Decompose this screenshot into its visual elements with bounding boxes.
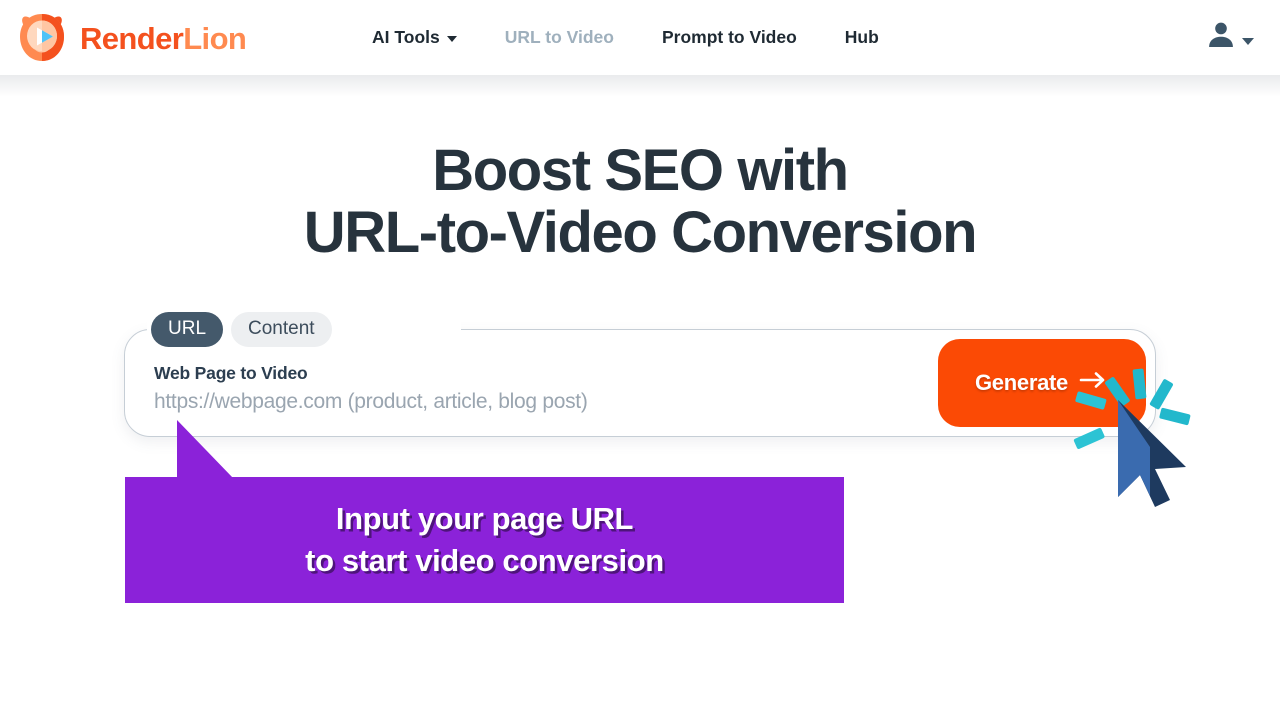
- nav-item-url-to-video[interactable]: URL to Video: [505, 19, 614, 56]
- callout-text: Input your page URL to start video conve…: [125, 477, 844, 603]
- chevron-down-icon: [446, 36, 457, 42]
- url-input-field[interactable]: https://webpage.com (product, article, b…: [154, 390, 588, 414]
- callout-line-1: Input your page URL: [335, 501, 634, 537]
- main-navigation: AI Tools URL to Video Prompt to Video Hu…: [372, 0, 927, 75]
- field-label: Web Page to Video: [154, 363, 308, 383]
- brand-logo[interactable]: RenderLion: [14, 9, 247, 67]
- callout-line-2: to start video conversion: [305, 543, 664, 578]
- arrow-right-icon: [1079, 370, 1109, 396]
- chevron-down-icon: [1242, 37, 1254, 45]
- nav-item-url-to-video-label: URL to Video: [504, 27, 614, 47]
- tab-content[interactable]: Content: [231, 312, 332, 347]
- site-header: RenderLion AI Tools URL to Video Prompt …: [0, 0, 1280, 75]
- tab-url[interactable]: URL: [151, 312, 224, 347]
- generate-button-label: Generate: [975, 370, 1068, 395]
- nav-item-prompt-to-video-label: Prompt to Video: [661, 27, 797, 47]
- header-shadow: [0, 75, 1280, 97]
- nav-item-hub[interactable]: Hub: [845, 19, 879, 56]
- page-root: RenderLion AI Tools URL to Video Prompt …: [0, 0, 1280, 720]
- nav-item-hub-label: Hub: [844, 27, 879, 47]
- nav-item-prompt-to-video[interactable]: Prompt to Video: [662, 19, 797, 56]
- nav-item-ai-tools[interactable]: AI Tools: [372, 19, 457, 56]
- headline-line-1: Boost SEO with: [432, 138, 849, 203]
- input-mode-tabs: URL Content: [151, 312, 332, 347]
- callout-banner: Input your page URL to start video conve…: [125, 477, 844, 603]
- url-input-card: URL Content Web Page to Video https://we…: [124, 312, 1156, 437]
- nav-item-ai-tools-label: AI Tools: [372, 27, 440, 47]
- brand-name-part1: Render: [80, 20, 184, 56]
- account-menu[interactable]: [1204, 0, 1254, 75]
- brand-name-part2: Lion: [183, 20, 247, 56]
- headline-line-2: URL-to-Video Conversion: [303, 200, 978, 266]
- user-account-icon: [1204, 18, 1238, 57]
- lion-play-logo-icon: [14, 10, 70, 66]
- page-headline: Boost SEO with URL-to-Video Conversion: [0, 138, 1280, 266]
- brand-name: RenderLion: [80, 20, 247, 56]
- generate-button[interactable]: Generate: [938, 339, 1146, 427]
